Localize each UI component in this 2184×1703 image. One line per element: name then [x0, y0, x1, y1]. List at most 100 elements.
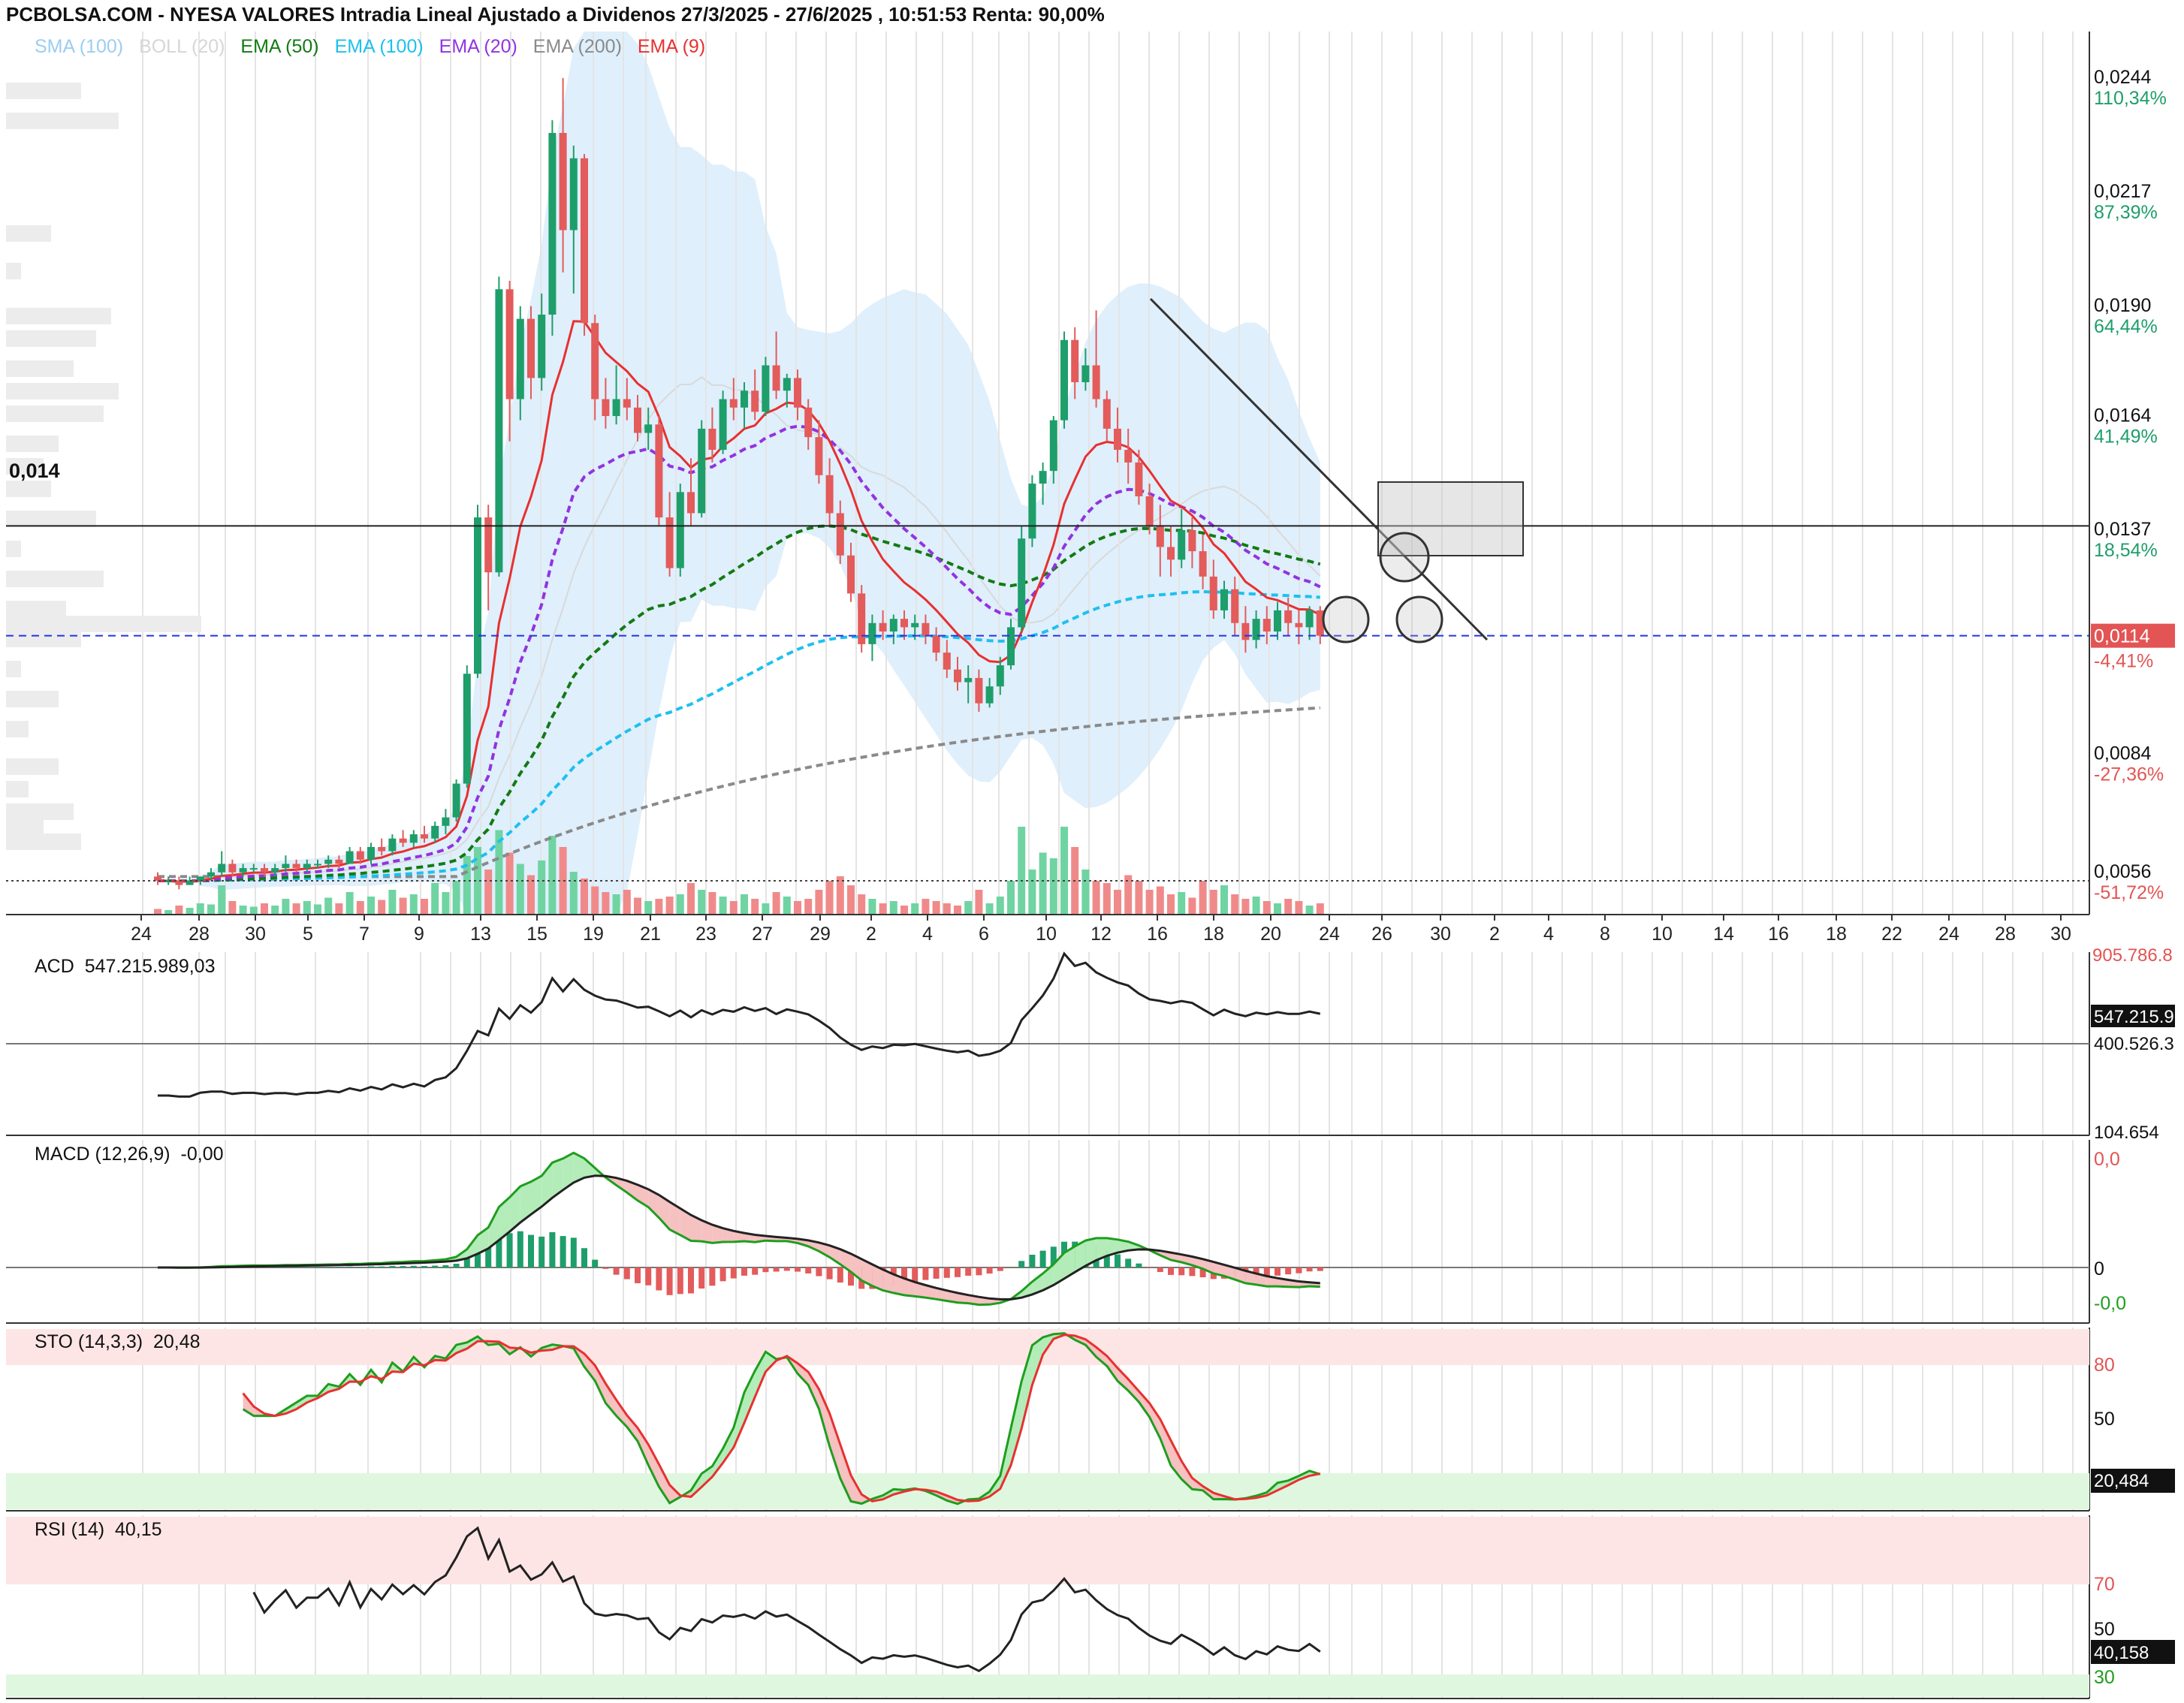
macd-histogram-bar — [432, 1265, 439, 1267]
volume-bar — [1124, 875, 1133, 915]
legend-item-ema9[interactable]: EMA (9) — [638, 36, 705, 57]
candle-body — [964, 677, 973, 683]
volume-profile-bar — [6, 601, 66, 617]
x-tick-label: 30 — [1430, 924, 1451, 945]
sto-label: STO (14,3,3) 20,48 — [35, 1331, 201, 1352]
candle-body — [996, 665, 1004, 687]
price-tick-label: 0,0164 — [2094, 405, 2152, 426]
x-tick-label: 16 — [1147, 924, 1168, 945]
volume-bar — [207, 904, 215, 915]
macd-histogram-bar — [592, 1259, 599, 1267]
acd-scale-top: 905.786.8 — [2092, 945, 2173, 966]
macd-histogram-bar — [730, 1267, 737, 1279]
x-tick-label: 24 — [1319, 924, 1340, 945]
volume-bar — [1007, 881, 1015, 915]
volume-profile-bar — [6, 436, 59, 452]
macd-histogram-bar — [783, 1267, 790, 1271]
volume-bar — [292, 903, 300, 915]
x-tick-label: 18 — [1203, 924, 1224, 945]
x-tick-label: 13 — [470, 924, 491, 945]
volume-bar — [409, 894, 418, 915]
volume-bar — [335, 903, 343, 915]
macd-histogram-bar — [826, 1267, 833, 1280]
candle-body — [943, 653, 951, 670]
candle-body — [911, 622, 919, 628]
volume-bar — [879, 903, 887, 915]
macd-histogram-bar — [965, 1267, 972, 1276]
volume-bar — [719, 897, 727, 915]
legend-item-sma100[interactable]: SMA (100) — [35, 36, 123, 57]
volume-bar — [314, 904, 321, 915]
volume-bar — [303, 901, 311, 915]
macd-histogram-bar — [581, 1248, 587, 1267]
macd-histogram-bar — [816, 1267, 822, 1276]
candle-body — [1135, 462, 1143, 496]
macd-histogram-bar — [656, 1267, 662, 1291]
macd-histogram-bar — [688, 1267, 694, 1294]
volume-profile-bar — [6, 721, 29, 737]
volume-bar — [1252, 897, 1260, 915]
candle-body — [1252, 619, 1260, 641]
candle-body — [762, 365, 770, 412]
legend-item-ema50[interactable]: EMA (50) — [240, 36, 318, 57]
volume-bar — [698, 890, 706, 915]
macd-histogram-bar — [442, 1265, 449, 1267]
volume-profile-bar — [6, 631, 81, 647]
volume-bar — [1018, 827, 1026, 915]
macd-histogram-bar — [955, 1267, 961, 1277]
volume-profile-bar — [6, 818, 44, 835]
volume-profile-bar — [6, 571, 104, 587]
macd-histogram-bar — [773, 1267, 780, 1272]
volume-bar — [581, 879, 588, 915]
legend-item-ema200[interactable]: EMA (200) — [533, 36, 622, 57]
acd-tag-text: 547.215.9 — [2094, 1007, 2174, 1027]
candle-body — [559, 133, 567, 231]
volume-bar — [1209, 890, 1217, 915]
candle-body — [186, 880, 194, 885]
macd-histogram-bar — [517, 1231, 523, 1267]
volume-bar — [569, 872, 578, 915]
volume-bar — [421, 899, 428, 915]
volume-bar — [868, 899, 876, 915]
volume-profile-bar — [6, 405, 104, 422]
volume-bar — [847, 885, 855, 915]
x-tick-label: 28 — [189, 924, 210, 945]
sto-scale-80: 80 — [2094, 1355, 2115, 1376]
volume-bar — [623, 890, 631, 915]
chart-title: PCBOLSA.COM - NYESA VALORES Intradia Lin… — [6, 3, 1105, 26]
volume-profile-bar — [6, 833, 81, 850]
legend-item-ema100[interactable]: EMA (100) — [335, 36, 424, 57]
candle-body — [1209, 576, 1217, 610]
candle-body — [1231, 589, 1239, 623]
price-tick-label: 0,0190 — [2094, 295, 2151, 316]
volume-profile-bar — [6, 83, 81, 99]
sto-oversold-zone — [6, 1473, 2089, 1509]
indicator-legend: SMA (100) BOLL (20) EMA (50) EMA (100) E… — [35, 36, 716, 58]
macd-histogram-bar — [1136, 1263, 1142, 1267]
volume-bar — [687, 883, 695, 915]
volume-bar — [602, 892, 610, 915]
x-tick-label: 20 — [1260, 924, 1281, 945]
volume-bar — [484, 870, 493, 915]
volume-bar — [1284, 899, 1293, 915]
macd-histogram-bar — [635, 1267, 641, 1283]
sto-fill — [744, 1370, 756, 1423]
legend-item-boll20[interactable]: BOLL (20) — [139, 36, 225, 57]
macd-histogram-bar — [1018, 1261, 1025, 1267]
chart-canvas[interactable]: 24 28 30 5 7 9 13 15 19 21 23 27 29 2 4 6 10 12 16 18 20 24 26… — [0, 0, 2184, 1703]
volume-bar — [1049, 858, 1057, 915]
volume-bar — [634, 897, 641, 915]
volume-profile-bar — [6, 661, 21, 677]
candle-body — [591, 323, 599, 399]
candle-body — [1284, 610, 1293, 623]
volume-bar — [772, 892, 780, 915]
legend-item-ema20[interactable]: EMA (20) — [439, 36, 517, 57]
volume-bar — [943, 903, 951, 915]
candle-body — [378, 846, 386, 852]
volume-bar — [889, 901, 897, 915]
macd-histogram-bar — [912, 1267, 919, 1283]
x-tick-label: 2 — [866, 924, 876, 945]
volume-bar — [612, 894, 620, 915]
macd-histogram-bar — [1115, 1254, 1121, 1267]
candle-body — [314, 864, 321, 866]
